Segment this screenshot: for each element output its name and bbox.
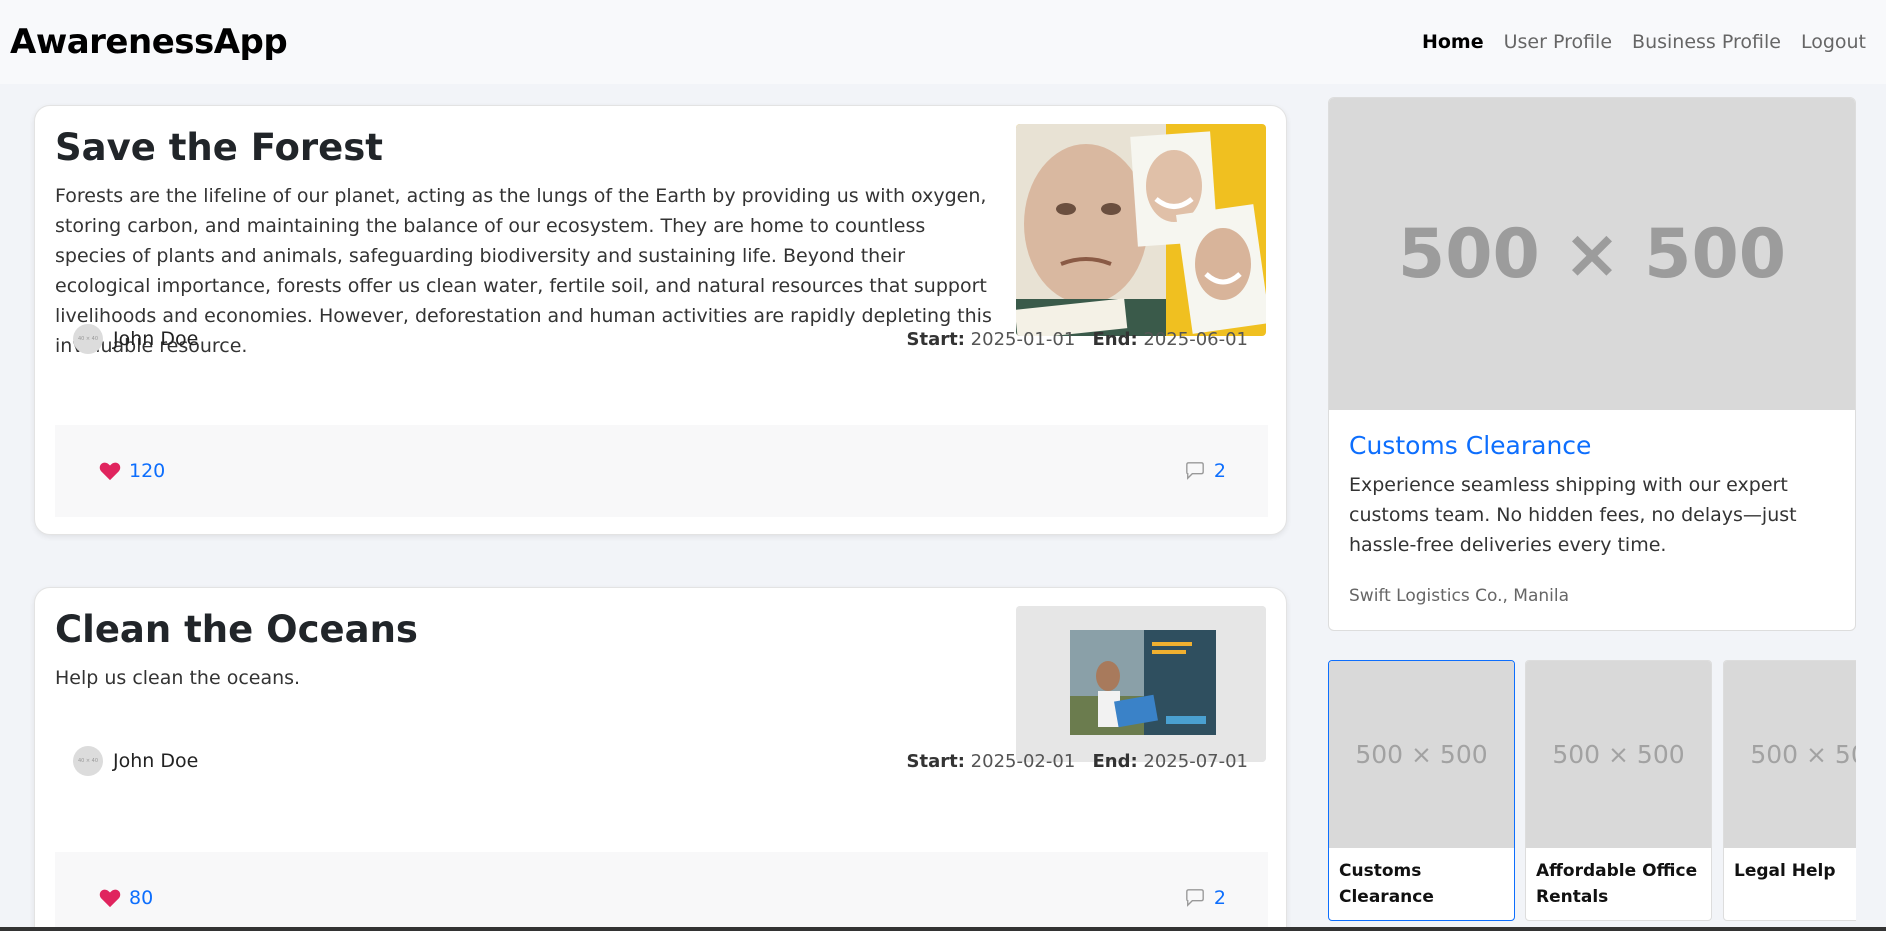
end-label: End: — [1092, 328, 1138, 350]
start-date: 2025-02-01 — [970, 750, 1076, 772]
start-label: Start: — [906, 328, 965, 350]
ad-title-link[interactable]: Customs Clearance — [1349, 431, 1591, 460]
post-dates: Start: 2025-01-01 End: 2025-06-01 — [907, 329, 1248, 350]
heart-icon — [99, 462, 121, 481]
nav-user-profile-link[interactable]: User Profile — [1494, 31, 1622, 53]
thumbnail-label: Customs Clearance — [1339, 861, 1434, 907]
post-title[interactable]: Save the Forest — [55, 126, 383, 169]
thumbnail-label: Legal Help — [1734, 861, 1836, 881]
thumbnail-placeholder: 500 × 500 — [1724, 661, 1856, 848]
post-title[interactable]: Clean the Oceans — [55, 608, 418, 651]
thumbnail-placeholder: 500 × 500 — [1526, 661, 1711, 848]
post-image[interactable] — [1016, 606, 1266, 762]
comment-bubble-icon — [1186, 462, 1204, 480]
post-image[interactable] — [1016, 124, 1266, 336]
ad-thumbnail[interactable]: 500 × 500 Affordable Office Rentals — [1525, 660, 1712, 921]
ad-image-placeholder: 500 × 500 — [1329, 98, 1855, 410]
post-card: Save the Forest Forests are the lifeline… — [34, 105, 1287, 535]
comment-button[interactable]: 2 — [1184, 887, 1226, 909]
comment-bubble-icon — [1186, 889, 1204, 907]
post-actions: 80 2 — [55, 852, 1268, 931]
author-name: John Doe — [113, 328, 199, 350]
post-description: Help us clean the oceans. — [55, 667, 301, 689]
avatar: 40 × 40 — [73, 746, 103, 776]
brand-logo[interactable]: AwarenessApp — [10, 22, 288, 62]
author-name: John Doe — [113, 750, 199, 772]
nav-business-profile-link[interactable]: Business Profile — [1622, 31, 1791, 53]
thumbnail-placeholder: 500 × 500 — [1329, 661, 1514, 848]
nav-home-link[interactable]: Home — [1412, 31, 1494, 53]
ad-company: Swift Logistics Co., Manila — [1349, 586, 1570, 606]
post-author[interactable]: 40 × 40 John Doe — [73, 746, 198, 776]
ad-thumbnail[interactable]: 500 × 500 Legal Help — [1723, 660, 1856, 921]
comment-count: 2 — [1213, 460, 1226, 482]
like-count: 80 — [129, 887, 154, 909]
post-card: Clean the Oceans Help us clean the ocean… — [34, 587, 1287, 931]
post-image-graphic — [1016, 606, 1266, 762]
post-actions: 120 2 — [55, 425, 1268, 517]
post-author[interactable]: 40 × 40 John Doe — [73, 324, 198, 354]
post-meta: 40 × 40 John Doe Start: 2025-02-01 End: … — [73, 746, 1248, 776]
ad-thumbnail[interactable]: 500 × 500 Customs Clearance — [1328, 660, 1515, 921]
ad-description: Experience seamless shipping with our ex… — [1349, 474, 1797, 556]
avatar: 40 × 40 — [73, 324, 103, 354]
start-label: Start: — [906, 750, 965, 772]
post-image-graphic — [1016, 124, 1266, 336]
like-count: 120 — [129, 460, 166, 482]
comment-button[interactable]: 2 — [1184, 460, 1226, 482]
navbar: AwarenessApp Home User Profile Business … — [0, 0, 1886, 84]
like-button[interactable]: 120 — [99, 460, 165, 482]
end-label: End: — [1092, 750, 1138, 772]
ad-card[interactable]: 500 × 500 Customs Clearance Experience s… — [1328, 97, 1856, 631]
nav-logout-link[interactable]: Logout — [1791, 31, 1876, 53]
nav-links: Home User Profile Business Profile Logou… — [1412, 31, 1876, 53]
ad-thumbnail-strip[interactable]: 500 × 500 Customs Clearance 500 × 500 Af… — [1328, 660, 1856, 922]
thumbnail-label: Affordable Office Rentals — [1536, 861, 1698, 907]
post-meta: 40 × 40 John Doe Start: 2025-01-01 End: … — [73, 324, 1248, 354]
end-date: 2025-07-01 — [1143, 750, 1248, 772]
heart-icon — [99, 889, 121, 908]
end-date: 2025-06-01 — [1143, 328, 1248, 350]
start-date: 2025-01-01 — [970, 328, 1076, 350]
bottom-edge — [0, 927, 1886, 931]
comment-count: 2 — [1213, 887, 1226, 909]
post-dates: Start: 2025-02-01 End: 2025-07-01 — [907, 751, 1248, 772]
like-button[interactable]: 80 — [99, 887, 153, 909]
